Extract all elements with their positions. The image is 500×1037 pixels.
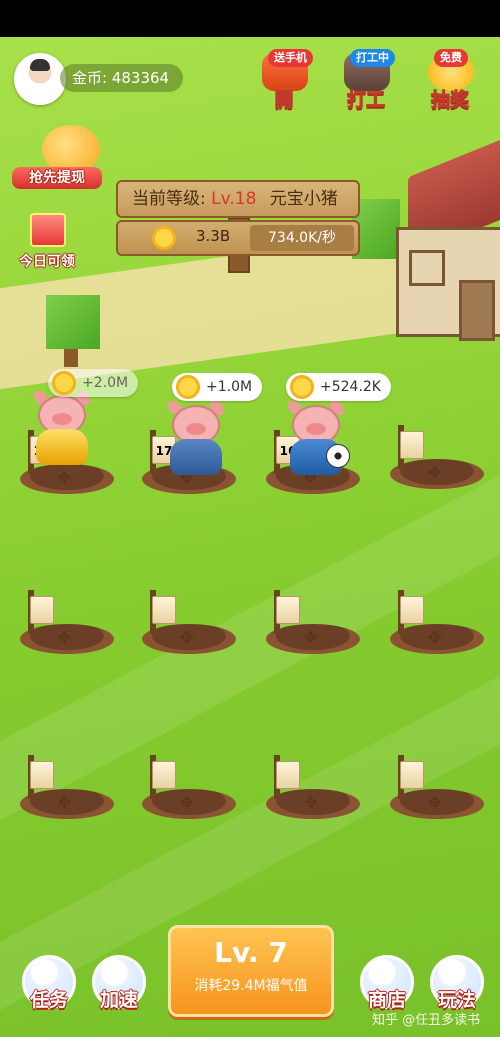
farm-barn: [390, 136, 500, 367]
speedup-button[interactable]: 加速: [88, 955, 150, 1017]
tasks-button[interactable]: 任务: [18, 955, 80, 1017]
empty-slot[interactable]: [264, 755, 360, 825]
buy-level: Lv. 7: [214, 936, 288, 969]
buy-pig-button[interactable]: Lv. 7 消耗29.4M福气值: [168, 925, 334, 1017]
empty-slot[interactable]: [140, 590, 236, 660]
daily-reward-button[interactable]: 今日可领: [14, 207, 80, 271]
empty-slot[interactable]: [388, 755, 484, 825]
income-bubble: +524.2K: [286, 373, 391, 401]
game-scene: 金币: 483364 送手机 開 打工中 打工 免费 抽奖 抢先提现 今日可领 …: [0, 37, 500, 1037]
total-income: 3.3B: [196, 227, 231, 245]
empty-slot[interactable]: [388, 425, 484, 495]
coin-balance: 金币: 483364: [60, 64, 184, 92]
income-bubble: +1.0M: [172, 373, 263, 401]
pig-name: 元宝小猪: [269, 189, 338, 209]
empty-slot[interactable]: [140, 755, 236, 825]
empty-slot[interactable]: [18, 755, 114, 825]
level-sign: 当前等级: Lv.18 元宝小猪: [116, 180, 360, 218]
pig-character[interactable]: [164, 401, 228, 475]
player-avatar[interactable]: [14, 53, 66, 105]
gold-ingot-icon: [36, 429, 88, 465]
sun-coin-icon: [288, 373, 316, 401]
current-level: Lv.18: [211, 189, 257, 209]
withdraw-button[interactable]: 抢先提现: [12, 125, 102, 195]
empty-slot[interactable]: [388, 590, 484, 660]
watermark: 知乎 @任丑多读书: [372, 1013, 481, 1028]
sun-coin-icon: [150, 224, 178, 252]
pig-character[interactable]: [30, 391, 94, 465]
empty-slot[interactable]: [18, 590, 114, 660]
income-sign: 3.3B 734.0K/秒: [116, 220, 360, 256]
work-button[interactable]: 打工中 打工: [336, 43, 396, 113]
empty-slot[interactable]: [264, 590, 360, 660]
how-to-play-button[interactable]: 玩法: [426, 955, 488, 1017]
sun-coin-icon: [50, 369, 78, 397]
shop-button[interactable]: 商店: [356, 955, 418, 1017]
red-packet-button[interactable]: 送手机 開: [254, 43, 314, 113]
income-bubble: +2.0M: [48, 369, 139, 397]
lottery-button[interactable]: 免费 抽奖: [420, 43, 480, 113]
status-bar: [0, 0, 500, 37]
gift-box-icon: [30, 213, 66, 247]
soccer-ball-icon: [326, 444, 350, 468]
sun-coin-icon: [174, 373, 202, 401]
buy-cost: 消耗29.4M福气值: [194, 978, 308, 994]
income-rate: 734.0K/秒: [250, 225, 354, 251]
gold-pig-icon: [42, 125, 100, 173]
